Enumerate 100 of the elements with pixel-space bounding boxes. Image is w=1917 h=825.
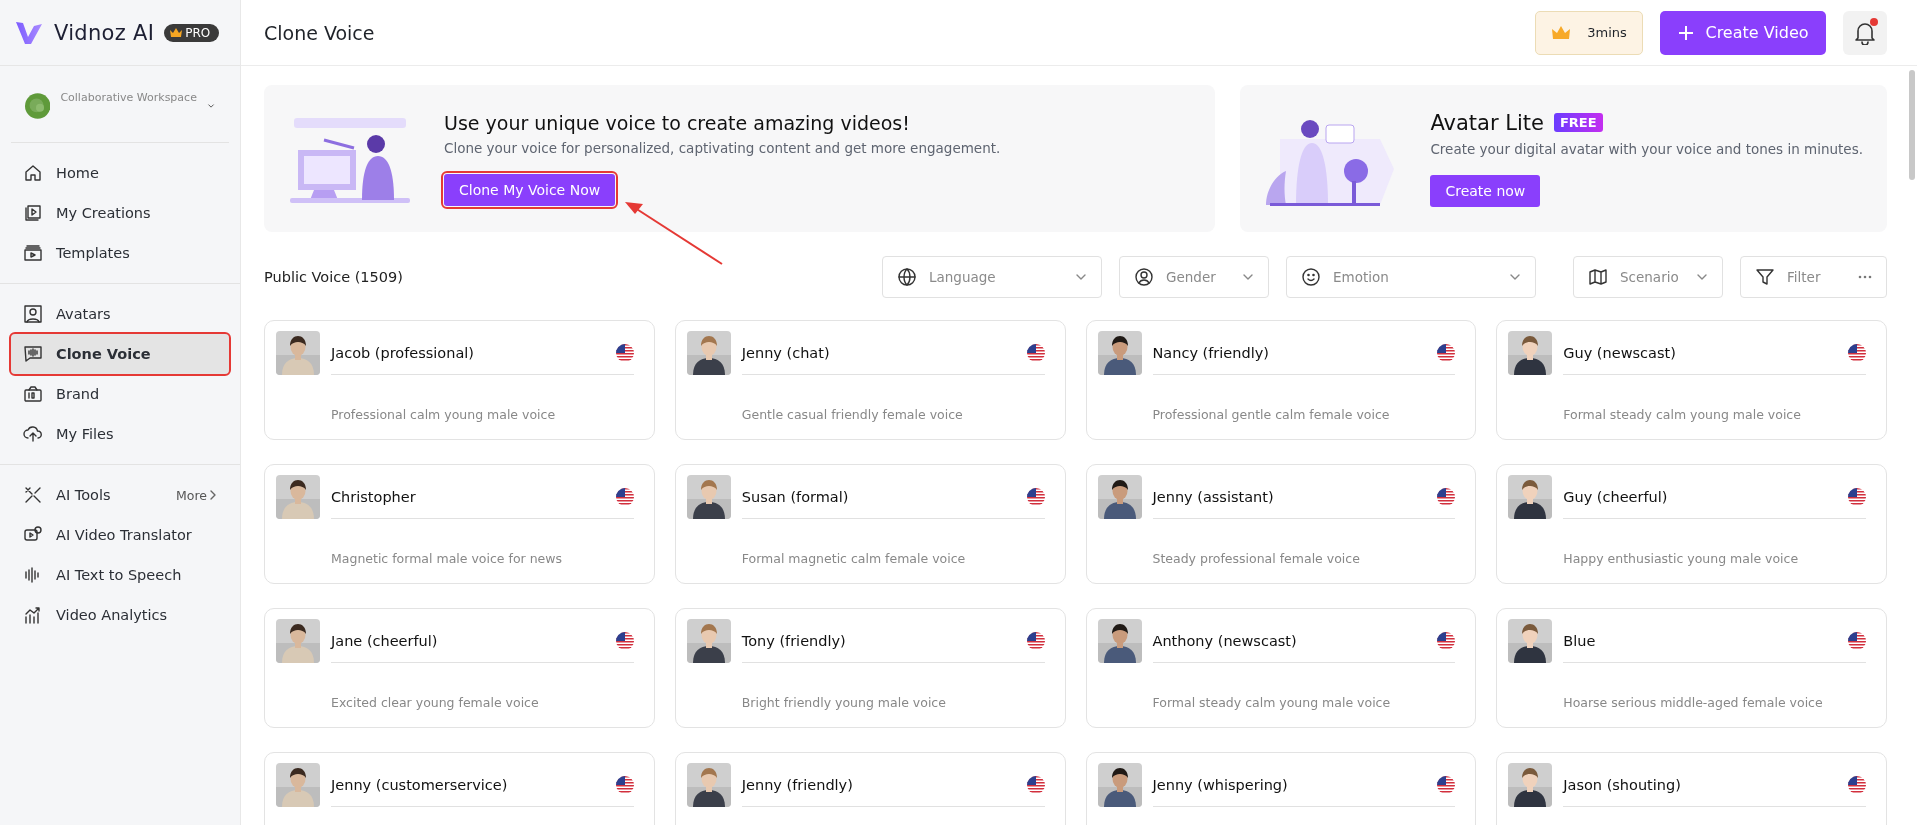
- voice-name: Jason (shouting): [1563, 776, 1682, 793]
- voice-card[interactable]: Jenny (whispering): [1085, 752, 1477, 825]
- page-title: Clone Voice: [264, 21, 376, 44]
- voice-name: Tony (friendly): [741, 632, 847, 649]
- us-flag-icon: [615, 343, 634, 362]
- voice-description: Formal steady calm young male voice: [1152, 694, 1392, 712]
- briefcase-icon: [23, 384, 43, 404]
- us-flag-icon: [1848, 343, 1866, 362]
- home-icon: [23, 163, 43, 183]
- us-flag-icon: [1026, 343, 1045, 362]
- sidebar-item[interactable]: Avatars: [11, 294, 229, 334]
- voice-card[interactable]: Jason (shouting): [1496, 752, 1887, 825]
- bell-icon: [1854, 20, 1876, 45]
- us-flag-icon: [1848, 631, 1866, 650]
- chevron-right-icon: [209, 489, 217, 500]
- us-flag-icon: [615, 631, 634, 650]
- workspace-label: Collaborative Workspace: [60, 90, 197, 106]
- bar-chart-icon: [23, 605, 43, 625]
- us-flag-icon: [1026, 631, 1045, 650]
- us-flag-icon: [1437, 775, 1456, 794]
- crown-icon: [1551, 24, 1572, 41]
- map-icon: [1588, 267, 1608, 287]
- sidebar-item[interactable]: AI Text to Speech: [11, 555, 229, 595]
- voice-name: Christopher: [331, 488, 417, 505]
- us-flag-icon: [1437, 343, 1456, 362]
- voice-card[interactable]: Susan (formal) Formal magnetic calm female voice: [674, 464, 1066, 584]
- clone-voice-button[interactable]: Clone My Voice Now: [444, 173, 616, 206]
- voice-card[interactable]: Jacob (professional) Professional calm young male voice: [264, 320, 655, 440]
- voice-card[interactable]: Guy (cheerful) Happy enthusiastic young male voice: [1496, 464, 1887, 584]
- voice-name: Jenny (chat): [741, 344, 831, 361]
- banner-description: Clone your voice for personalized, captivating content and get more engagement.: [444, 139, 1001, 156]
- banner-title: Use your unique voice to create amazing videos!: [444, 111, 910, 134]
- person-circle-icon: [1134, 267, 1154, 287]
- person-icon: [23, 304, 43, 324]
- voice-card[interactable]: Blue Hoarse serious middle-aged female voice: [1496, 608, 1887, 728]
- more-link[interactable]: More: [176, 487, 217, 503]
- globe-icon: [897, 267, 917, 287]
- create-video-button[interactable]: Create Video: [1660, 10, 1826, 55]
- filter-dropdown[interactable]: Emotion: [1286, 256, 1536, 298]
- voice-description: Happy enthusiastic young male voice: [1563, 550, 1800, 568]
- sidebar-item[interactable]: AI Video Translator: [11, 515, 229, 555]
- voice-card[interactable]: Jenny (chat) Gentle casual friendly female voice: [674, 320, 1066, 440]
- voice-name: Jacob (professional): [331, 344, 475, 361]
- sidebar-item[interactable]: My Creations: [11, 193, 229, 233]
- notification-button[interactable]: [1843, 10, 1887, 55]
- sidebar-item[interactable]: AI Tools More: [11, 475, 229, 515]
- sidebar-item[interactable]: Clone Voice: [11, 334, 229, 374]
- play-stack-icon: [23, 203, 43, 223]
- banner-description: Create your digital avatar with your voice and tones in minutes.: [1430, 140, 1863, 157]
- brand-name: Vidnoz AI: [54, 20, 155, 45]
- voice-name: Guy (cheerful): [1563, 488, 1669, 505]
- voice-card[interactable]: Christopher Magnetic formal male voice for news: [264, 464, 655, 584]
- sidebar-item[interactable]: Video Analytics: [11, 595, 229, 635]
- voice-name: Susan (formal): [741, 488, 850, 505]
- voice-card[interactable]: Tony (friendly) Bright friendly young male voice: [674, 608, 1066, 728]
- filter-button[interactable]: Filter: [1740, 256, 1887, 298]
- voice-card[interactable]: Jenny (friendly): [674, 752, 1066, 825]
- voice-description: Bright friendly young male voice: [741, 694, 947, 712]
- voice-name: Jenny (friendly): [741, 776, 854, 793]
- voice-description: Hoarse serious middle-aged female voice: [1563, 694, 1824, 712]
- voice-card[interactable]: Jenny (customerservice): [264, 752, 655, 825]
- more-icon[interactable]: [1858, 275, 1872, 279]
- sidebar-item[interactable]: Brand: [11, 374, 229, 414]
- scrollbar[interactable]: [1909, 70, 1915, 180]
- us-flag-icon: [1848, 487, 1866, 506]
- voice-card[interactable]: Nancy (friendly) Professional gentle calm female voice: [1085, 320, 1477, 440]
- sidebar-item[interactable]: Home: [11, 153, 229, 193]
- voice-name: Anthony (newscast): [1152, 632, 1298, 649]
- voice-card[interactable]: Anthony (newscast) Formal steady calm young male voice: [1085, 608, 1477, 728]
- filter-dropdown[interactable]: Scenario: [1573, 256, 1723, 298]
- play-tray-icon: [23, 243, 43, 263]
- us-flag-icon: [1437, 631, 1456, 650]
- us-flag-icon: [1026, 487, 1045, 506]
- filter-dropdown[interactable]: Language: [882, 256, 1102, 298]
- voice-description: Magnetic formal male voice for news: [331, 550, 563, 568]
- voice-card[interactable]: Guy (newscast) Formal steady calm young male voice: [1496, 320, 1887, 440]
- us-flag-icon: [1848, 775, 1866, 794]
- voice-name: Nancy (friendly): [1152, 344, 1270, 361]
- voice-description: Gentle casual friendly female voice: [741, 406, 964, 424]
- voice-name: Blue: [1563, 632, 1597, 649]
- us-flag-icon: [615, 487, 634, 506]
- voice-description: Formal magnetic calm female voice: [741, 550, 967, 568]
- filter-dropdown[interactable]: Gender: [1119, 256, 1269, 298]
- credits-value: 3mins: [1587, 25, 1627, 40]
- us-flag-icon: [615, 775, 634, 794]
- cloud-upload-icon: [23, 424, 43, 444]
- banner-title: Avatar Lite: [1430, 110, 1544, 135]
- voice-name: Jenny (customerservice): [331, 776, 509, 793]
- voice-description: Steady professional female voice: [1152, 550, 1361, 568]
- voice-name: Jane (cheerful): [331, 632, 439, 649]
- free-badge: FREE: [1553, 113, 1603, 132]
- voice-description: Excited clear young female voice: [331, 694, 540, 712]
- credits-box[interactable]: 3mins: [1535, 10, 1643, 55]
- create-now-button[interactable]: Create now: [1430, 174, 1541, 207]
- sidebar-item[interactable]: Templates: [11, 233, 229, 273]
- plus-icon: [1677, 23, 1696, 42]
- voice-card[interactable]: Jane (cheerful) Excited clear young female voice: [264, 608, 655, 728]
- sidebar-item[interactable]: My Files: [11, 414, 229, 454]
- section-title: Public Voice (1509): [264, 269, 404, 285]
- voice-card[interactable]: Jenny (assistant) Steady professional female voice: [1085, 464, 1477, 584]
